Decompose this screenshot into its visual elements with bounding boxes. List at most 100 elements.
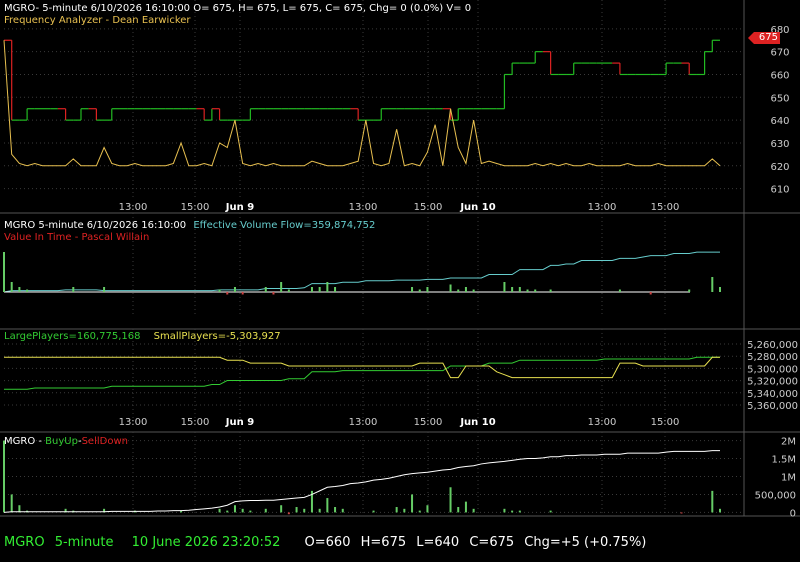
volume-bar bbox=[3, 252, 5, 292]
buyup-bar bbox=[303, 508, 306, 513]
time-tick-label: 15:00 bbox=[181, 202, 210, 213]
small-players-line bbox=[4, 356, 720, 379]
buyup-label: BuyUp bbox=[45, 436, 78, 447]
players-tick-label: 5,360,000 bbox=[747, 401, 798, 412]
frequency-line bbox=[3, 40, 721, 167]
volume-bar bbox=[688, 289, 691, 292]
volume-bar bbox=[241, 292, 244, 295]
buyup-bar bbox=[341, 508, 344, 513]
status-open: O=660 bbox=[304, 535, 351, 550]
volume-bar bbox=[18, 287, 21, 292]
buyup-bar bbox=[411, 494, 414, 513]
volume-flow-panel-title: MGRO 5-minute 6/10/2026 16:10:00 Effecti… bbox=[4, 220, 375, 232]
buyup-cumulative-line bbox=[3, 450, 720, 513]
buyup-bar bbox=[549, 510, 552, 513]
volume-bar bbox=[449, 284, 452, 292]
volume-bar bbox=[472, 289, 475, 292]
buyup-bar bbox=[449, 487, 452, 513]
volume-flow-line bbox=[3, 251, 720, 293]
price-tick-label: 660 bbox=[770, 70, 789, 81]
volume-bar bbox=[272, 292, 275, 295]
time-tick-label: 15:00 bbox=[181, 417, 210, 428]
buyup-bar bbox=[403, 508, 406, 513]
price-tick-label: 620 bbox=[770, 162, 789, 173]
buyup-bar bbox=[680, 512, 683, 514]
volume-bar bbox=[26, 289, 29, 292]
buyup-bar bbox=[10, 494, 13, 513]
time-tick-label: Jun 9 bbox=[225, 202, 254, 213]
buyup-bar bbox=[318, 508, 321, 513]
value-in-time-label: Value In Time - Pascal Willain bbox=[4, 232, 150, 243]
buyup-bar bbox=[372, 510, 375, 513]
status-interval: 5-minute bbox=[54, 535, 114, 550]
buyup-bar bbox=[233, 505, 236, 513]
status-change: Chg=+5 (+0.75%) bbox=[524, 535, 647, 550]
buyup-tick-label: 2M bbox=[781, 437, 796, 448]
buyup-bar bbox=[511, 510, 514, 513]
price-tick-label: 640 bbox=[770, 116, 789, 127]
buyup-bar bbox=[503, 508, 506, 513]
volume-bar bbox=[10, 282, 13, 292]
frequency-analyzer-label: Frequency Analyzer - Dean Earwicker bbox=[4, 15, 191, 26]
status-close: C=675 bbox=[469, 535, 515, 550]
volume-bar bbox=[280, 282, 283, 292]
status-symbol: MGRO bbox=[4, 535, 45, 550]
volume-bar bbox=[526, 289, 529, 292]
buyup-bar bbox=[464, 501, 467, 513]
volume-bar bbox=[218, 289, 221, 292]
buyup-selldown-panel-title: MGRO - BuyUp-SellDown bbox=[4, 436, 128, 448]
buyup-tick-label: 0 bbox=[790, 508, 796, 519]
time-tick-label: 13:00 bbox=[349, 202, 378, 213]
time-tick-label: 13:00 bbox=[588, 417, 617, 428]
volume-bar bbox=[457, 289, 460, 292]
buyup-tick-label: 1M bbox=[781, 473, 796, 484]
buyup-bar bbox=[280, 505, 283, 513]
buyup-bar bbox=[711, 490, 714, 513]
time-tick-label: 15:00 bbox=[414, 202, 443, 213]
buyup-bar bbox=[249, 510, 252, 513]
volume-bar bbox=[503, 282, 506, 292]
buyup-bar bbox=[3, 440, 5, 513]
axis-layer: 13:00 15:00 Jun 9 13:00 15:00 Jun 10 13:00 15:0… bbox=[119, 25, 798, 520]
buyup-bar bbox=[287, 512, 290, 515]
buyup-bar bbox=[264, 508, 267, 513]
large-players-value: LargePlayers=160,775,168 bbox=[4, 331, 141, 342]
volume-flow-panel-name: MGRO 5-minute 6/10/2026 16:10:00 bbox=[4, 220, 187, 231]
price-tick-label: 670 bbox=[770, 48, 789, 59]
buyup-bar bbox=[395, 507, 398, 513]
buyup-tick-label: 1.5M bbox=[771, 455, 796, 466]
status-datetime: 10 June 2026 23:20:52 bbox=[131, 535, 281, 550]
buyup-bar bbox=[334, 507, 337, 513]
volume-bar bbox=[711, 277, 714, 292]
volume-bar bbox=[534, 289, 537, 292]
volume-bar bbox=[318, 287, 321, 292]
volume-bar bbox=[426, 287, 429, 292]
players-tick-label: 5,300,000 bbox=[747, 364, 798, 375]
volume-bar bbox=[287, 289, 290, 292]
volume-bar bbox=[233, 287, 236, 292]
chart-canvas: 13:00 15:00 Jun 9 13:00 15:00 Jun 10 13:00 15:0… bbox=[0, 0, 800, 520]
status-low: L=640 bbox=[416, 535, 460, 550]
buyup-bar bbox=[218, 508, 221, 513]
volume-bar bbox=[518, 287, 521, 292]
volume-bar bbox=[464, 287, 467, 292]
selldown-label: SellDown bbox=[81, 436, 128, 447]
last-price-value: 675 bbox=[758, 32, 778, 43]
status-high: H=675 bbox=[360, 535, 407, 550]
time-tick-label: 13:00 bbox=[349, 417, 378, 428]
buyup-bar bbox=[518, 510, 521, 513]
players-tick-label: 5,260,000 bbox=[747, 340, 798, 351]
volume-bar bbox=[264, 287, 267, 292]
volume-bar bbox=[649, 292, 652, 295]
buyup-bar bbox=[295, 507, 298, 513]
volume-bar bbox=[411, 287, 414, 292]
effective-volume-flow-value: Effective Volume Flow=359,874,752 bbox=[193, 220, 376, 231]
buyup-tick-label: 500,000 bbox=[755, 490, 796, 501]
buyup-bar bbox=[418, 510, 421, 513]
time-tick-label: 15:00 bbox=[651, 417, 680, 428]
buyup-bar bbox=[241, 508, 244, 513]
volume-bar bbox=[618, 289, 621, 292]
status-bar: MGRO 5-minute 10 June 2026 23:20:52 O=66… bbox=[4, 535, 652, 550]
time-tick-label: Jun 9 bbox=[225, 417, 254, 428]
large-players-line bbox=[4, 356, 720, 390]
